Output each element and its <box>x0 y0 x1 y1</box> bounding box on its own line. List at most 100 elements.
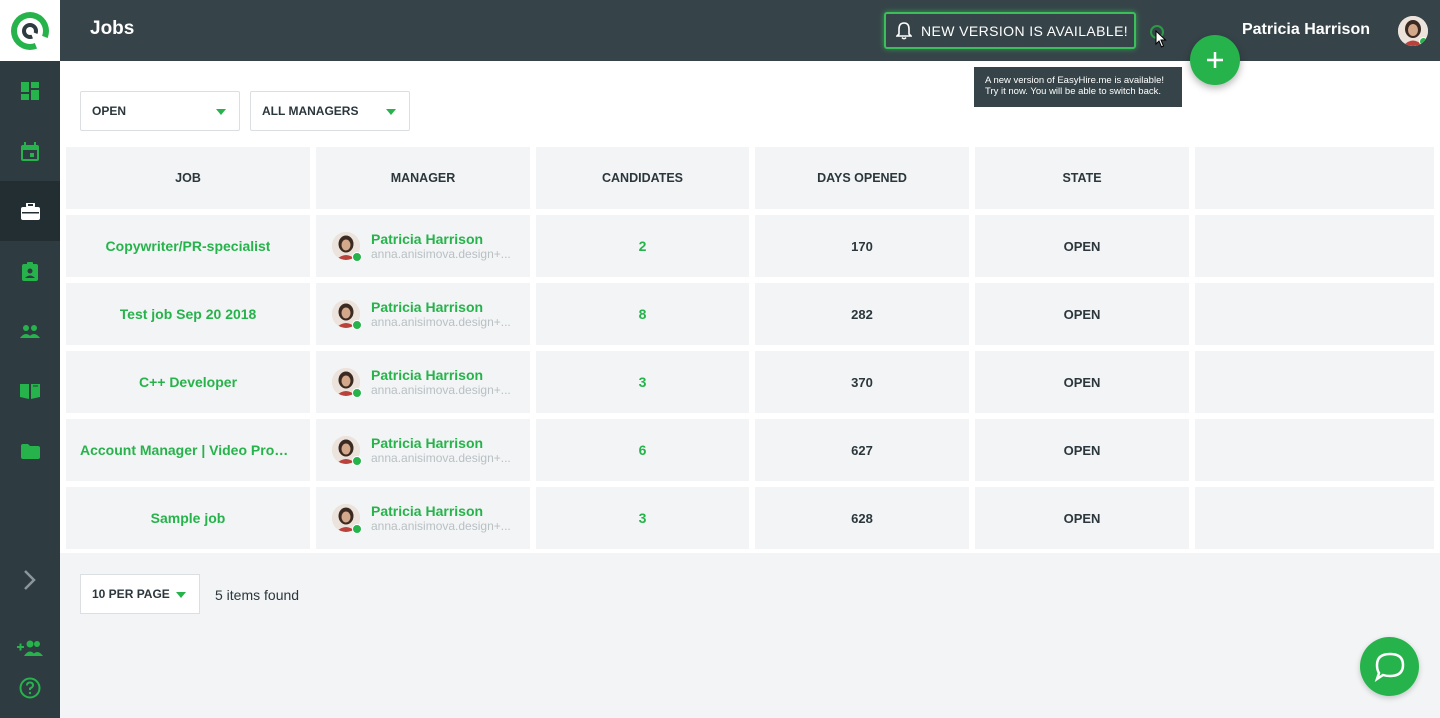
sidebar-item-library[interactable] <box>0 361 60 421</box>
per-page-value: 10 PER PAGE <box>92 587 170 601</box>
manager-cell: Patricia Harrison anna.anisimova.design+.… <box>316 215 530 277</box>
manager-name-link[interactable]: Patricia Harrison <box>371 435 511 451</box>
sidebar <box>0 0 60 718</box>
new-version-button[interactable]: NEW VERSION IS AVAILABLE! <box>884 12 1136 49</box>
manager-cell: Patricia Harrison anna.anisimova.design+.… <box>316 283 530 345</box>
manager-avatar <box>332 436 362 466</box>
manager-info: Patricia Harrison anna.anisimova.design+.… <box>371 367 511 397</box>
online-status-icon <box>352 388 362 398</box>
dashboard-icon <box>21 82 39 100</box>
sidebar-expand-button[interactable] <box>0 550 60 610</box>
job-title-link[interactable]: Copywriter/PR-specialist <box>106 238 271 254</box>
candidates-count-link[interactable]: 8 <box>639 306 647 322</box>
candidates-count-link[interactable]: 3 <box>639 510 647 526</box>
manager-info: Patricia Harrison anna.anisimova.design+.… <box>371 503 511 533</box>
state-cell: OPEN <box>975 419 1189 481</box>
manager-name-link[interactable]: Patricia Harrison <box>371 299 511 315</box>
manager-info: Patricia Harrison anna.anisimova.design+.… <box>371 435 511 465</box>
briefcase-icon <box>20 202 40 220</box>
bell-icon <box>896 21 912 40</box>
sidebar-item-jobs[interactable] <box>0 181 60 241</box>
items-found-count: 5 items found <box>215 587 300 603</box>
days-opened-cell: 370 <box>755 351 969 413</box>
days-opened-value: 282 <box>851 306 873 322</box>
user-avatar[interactable] <box>1398 16 1428 46</box>
days-opened-value: 627 <box>851 442 873 458</box>
new-version-label: NEW VERSION IS AVAILABLE! <box>921 22 1129 39</box>
dropdown-caret-icon <box>386 109 396 115</box>
manager-filter-select[interactable]: ALL MANAGERS <box>250 91 410 131</box>
job-cell: Copywriter/PR-specialist <box>66 215 310 277</box>
manager-email: anna.anisimova.design+... <box>371 315 511 329</box>
state-cell: OPEN <box>975 283 1189 345</box>
tooltip-line-1: A new version of EasyHire.me is availabl… <box>985 75 1164 86</box>
days-opened-cell: 282 <box>755 283 969 345</box>
column-header-candidates[interactable]: CANDIDATES <box>536 147 749 209</box>
sidebar-item-team[interactable] <box>0 301 60 361</box>
days-opened-cell: 627 <box>755 419 969 481</box>
actions-cell <box>1195 215 1434 277</box>
days-opened-cell: 628 <box>755 487 969 549</box>
manager-email: anna.anisimova.design+... <box>371 451 511 465</box>
sidebar-item-calendar[interactable] <box>0 121 60 181</box>
job-cell: Sample job <box>66 487 310 549</box>
manager-name-link[interactable]: Patricia Harrison <box>371 367 511 383</box>
sidebar-item-help[interactable] <box>0 658 60 718</box>
manager-cell: Patricia Harrison anna.anisimova.design+.… <box>316 351 530 413</box>
candidates-cell: 3 <box>536 487 749 549</box>
add-job-button[interactable] <box>1190 35 1240 85</box>
mouse-cursor-icon <box>1155 30 1167 48</box>
candidates-count-link[interactable]: 2 <box>639 238 647 254</box>
dropdown-caret-icon <box>176 592 186 598</box>
candidates-count-link[interactable]: 6 <box>639 442 647 458</box>
folder-icon <box>20 443 40 459</box>
column-header-state[interactable]: STATE <box>975 147 1189 209</box>
status-filter-select[interactable]: OPEN <box>80 91 240 131</box>
days-opened-cell: 170 <box>755 215 969 277</box>
chat-bubble-icon <box>1374 652 1404 682</box>
days-opened-value: 370 <box>851 374 873 390</box>
column-header-days-opened[interactable]: DAYS OPENED <box>755 147 969 209</box>
manager-avatar <box>332 504 362 534</box>
job-cell: Test job Sep 20 2018 <box>66 283 310 345</box>
manager-info: Patricia Harrison anna.anisimova.design+.… <box>371 299 511 329</box>
manager-avatar <box>332 368 362 398</box>
job-title-link[interactable]: Test job Sep 20 2018 <box>120 306 257 322</box>
job-title-link[interactable]: C++ Developer <box>139 374 237 390</box>
candidates-count-link[interactable]: 3 <box>639 374 647 390</box>
sidebar-item-files[interactable] <box>0 421 60 481</box>
sidebar-item-dashboard[interactable] <box>0 61 60 121</box>
state-cell: OPEN <box>975 487 1189 549</box>
book-icon <box>20 384 40 399</box>
per-page-select[interactable]: 10 PER PAGE <box>80 574 200 614</box>
app-logo[interactable] <box>0 0 60 61</box>
manager-name-link[interactable]: Patricia Harrison <box>371 503 511 519</box>
job-title-link[interactable]: Account Manager | Video Produ... <box>80 442 296 458</box>
chat-button[interactable] <box>1360 637 1419 696</box>
manager-email: anna.anisimova.design+... <box>371 519 511 533</box>
column-header-manager[interactable]: MANAGER <box>316 147 530 209</box>
job-cell: C++ Developer <box>66 351 310 413</box>
job-title-link[interactable]: Sample job <box>151 510 226 526</box>
user-name[interactable]: Patricia Harrison <box>1242 21 1370 39</box>
dropdown-caret-icon <box>216 109 226 115</box>
candidates-cell: 2 <box>536 215 749 277</box>
assignment-ind-icon <box>22 261 38 281</box>
new-version-tooltip: A new version of EasyHire.me is availabl… <box>974 67 1182 107</box>
actions-cell <box>1195 351 1434 413</box>
manager-email: anna.anisimova.design+... <box>371 383 511 397</box>
people-icon <box>20 325 40 338</box>
days-opened-value: 628 <box>851 510 873 526</box>
manager-info: Patricia Harrison anna.anisimova.design+.… <box>371 231 511 261</box>
calendar-icon <box>21 141 39 161</box>
logo-icon <box>11 11 50 51</box>
column-header-job[interactable]: JOB <box>66 147 310 209</box>
candidates-cell: 8 <box>536 283 749 345</box>
sidebar-item-candidates[interactable] <box>0 241 60 301</box>
manager-name-link[interactable]: Patricia Harrison <box>371 231 511 247</box>
state-cell: OPEN <box>975 351 1189 413</box>
online-status-icon <box>352 252 362 262</box>
online-status-icon <box>352 524 362 534</box>
job-cell: Account Manager | Video Produ... <box>66 419 310 481</box>
manager-avatar <box>332 300 362 330</box>
